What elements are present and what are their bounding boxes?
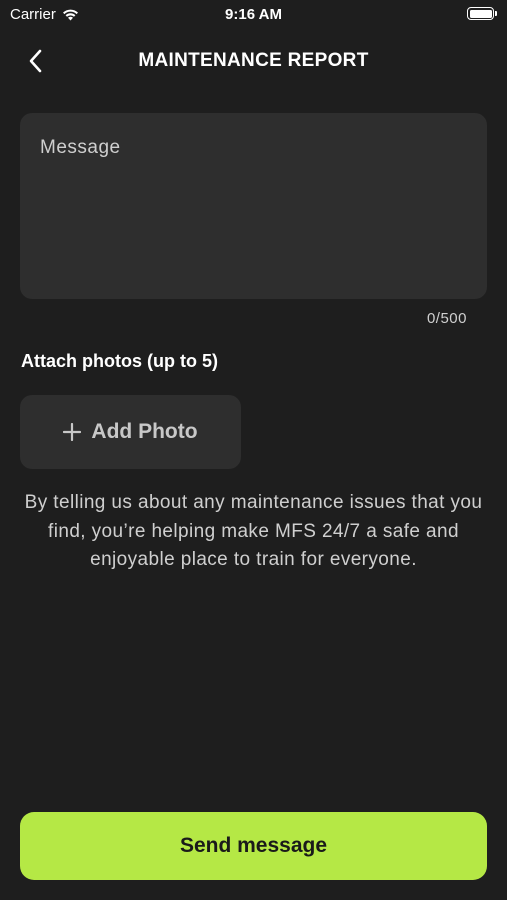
add-photo-button[interactable]: Add Photo (20, 395, 241, 469)
battery-icon (467, 7, 497, 20)
status-bar: Carrier 9:16 AM (0, 0, 507, 28)
message-field[interactable] (20, 113, 487, 299)
page-title: MAINTENANCE REPORT (138, 50, 369, 71)
send-message-label: Send message (179, 834, 328, 857)
plus-icon (63, 423, 82, 441)
add-photo-label: Add Photo (91, 420, 198, 443)
character-counter: 0/500 (426, 310, 467, 327)
navigation-bar: MAINTENANCE REPORT (0, 40, 507, 82)
message-input[interactable] (20, 113, 487, 299)
attach-photos-label: Attach photos (up to 5) (21, 351, 218, 371)
status-time: 9:16 AM (225, 6, 282, 23)
send-message-button[interactable]: Send message (20, 812, 487, 880)
info-text: By telling us about any maintenance issu… (24, 492, 483, 570)
